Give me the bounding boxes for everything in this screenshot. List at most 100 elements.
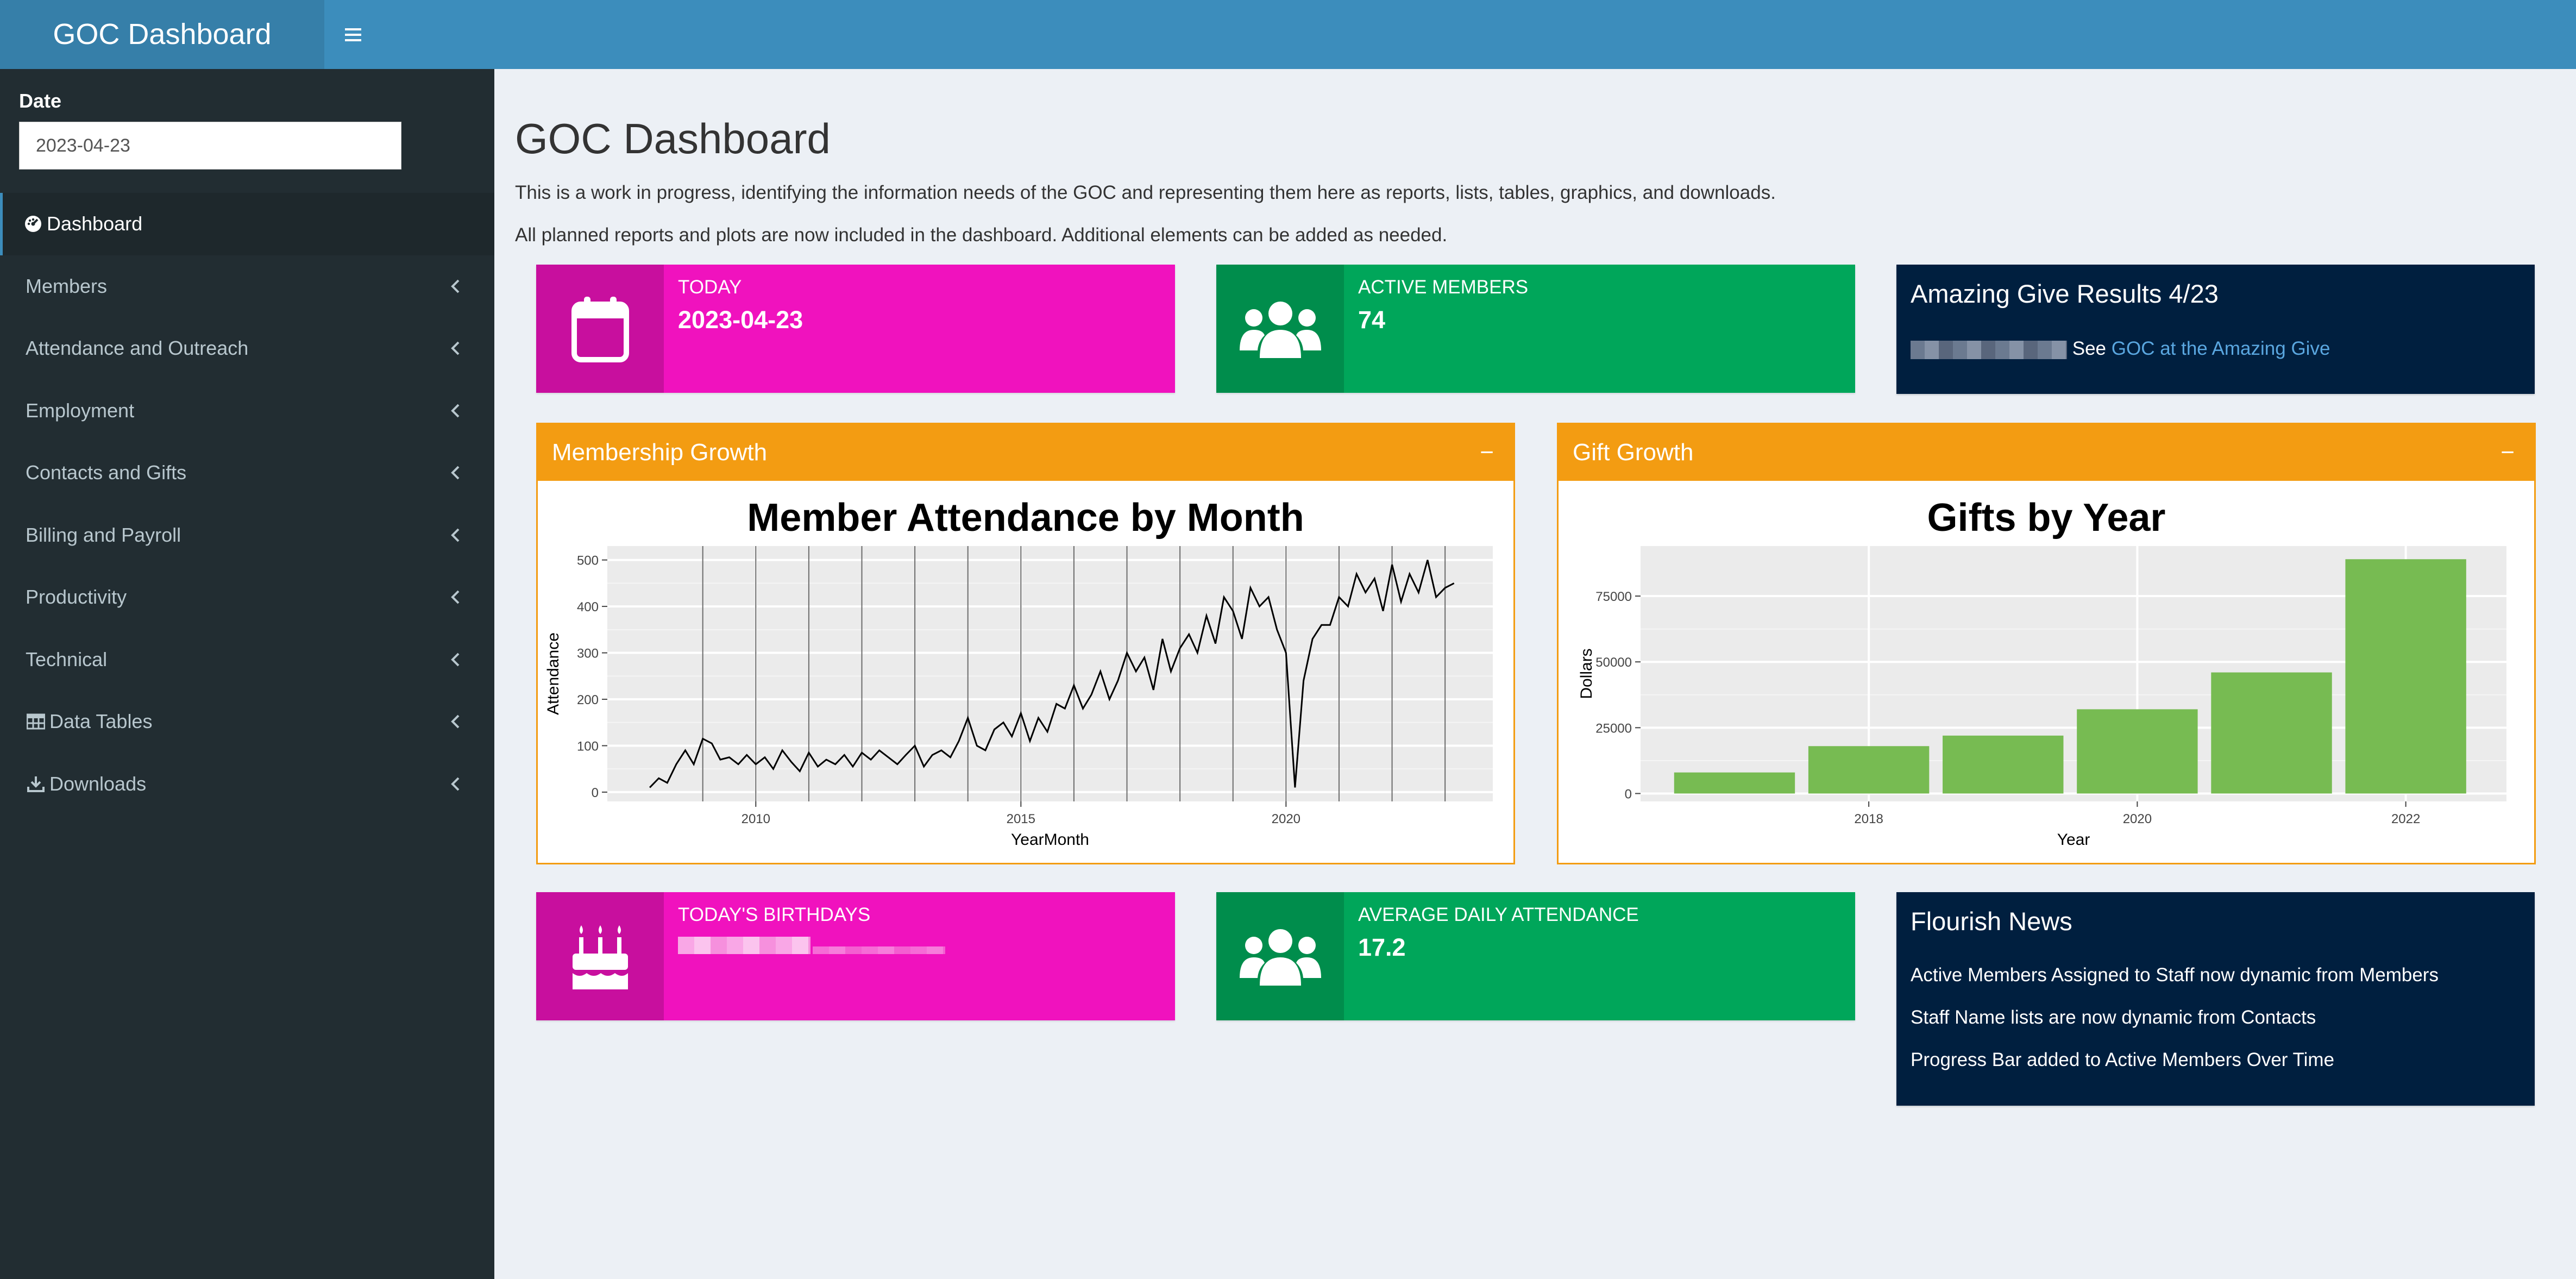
sidebar-item-label: Attendance and Outreach	[26, 337, 249, 360]
hamburger-icon	[345, 28, 361, 41]
sidebar-toggle-button[interactable]	[324, 0, 382, 69]
download-icon	[26, 774, 46, 794]
today-value: 2023-04-23	[678, 306, 803, 334]
bar	[2077, 709, 2198, 794]
chevron-left-icon	[451, 590, 460, 604]
sidebar-menu: Dashboard Members Attendance and Outreac…	[0, 193, 494, 815]
sidebar-item-label: Technical	[26, 648, 108, 670]
gifts-chart: Gifts by Year 0 25000 50000 75000 2018 2020 202…	[1578, 496, 2506, 849]
amazing-give-link[interactable]: GOC at the Amazing Give	[2112, 338, 2330, 359]
sidebar: Date 2023-04-23 Dashboard Members Attend…	[0, 69, 494, 1279]
sidebar-item-label: Billing and Payroll	[26, 523, 181, 546]
membership-growth-header: Membership Growth −	[538, 424, 1513, 481]
intro-text: This is a work in progress, identifying …	[515, 182, 1776, 203]
x-tick-label: 2010	[742, 812, 770, 826]
sidebar-item-productivity[interactable]: Productivity	[0, 566, 494, 629]
date-input[interactable]: 2023-04-23	[19, 122, 401, 170]
sidebar-item-attendance-outreach[interactable]: Attendance and Outreach	[0, 317, 494, 380]
y-tick-label: 500	[577, 554, 599, 568]
chevron-left-icon	[451, 777, 460, 791]
amazing-give-title: Amazing Give Results 4/23	[1911, 279, 2219, 308]
bar	[2211, 672, 2332, 794]
gift-growth-box: Gift Growth − Gifts by Year 0 25000 50000 75…	[1557, 423, 2536, 864]
active-members-value: 74	[1358, 306, 1386, 334]
bar	[1674, 772, 1795, 794]
sidebar-item-dashboard[interactable]: Dashboard	[0, 193, 494, 255]
x-axis-label: Year	[2057, 831, 2090, 849]
active-members-label: ACTIVE MEMBERS	[1358, 277, 1529, 298]
collapse-button[interactable]: −	[1480, 424, 1494, 481]
redacted-birthday-name-2	[813, 946, 946, 954]
sidebar-item-label: Dashboard	[47, 212, 143, 235]
y-tick-label: 300	[577, 647, 599, 661]
sidebar-item-label: Productivity	[26, 586, 127, 609]
x-tick-label: 2020	[1272, 812, 1300, 826]
sidebar-item-employment[interactable]: Employment	[0, 380, 494, 442]
membership-growth-title: Membership Growth	[552, 439, 768, 466]
chevron-left-icon	[451, 404, 460, 418]
chevron-left-icon	[451, 528, 460, 542]
x-axis-label: YearMonth	[1011, 831, 1089, 849]
calendar-icon	[536, 265, 664, 393]
gift-growth-title: Gift Growth	[1573, 439, 1694, 466]
date-label: Date	[19, 90, 62, 112]
y-axis-label: Attendance	[544, 632, 562, 715]
news-item: Staff Name lists are now dynamic from Co…	[1911, 1007, 2316, 1028]
avg-attendance-infobox: AVERAGE DAILY ATTENDANCE 17.2	[1216, 892, 1855, 1020]
table-icon	[26, 711, 46, 732]
chevron-left-icon	[451, 341, 460, 355]
y-tick-label: 75000	[1595, 590, 1632, 604]
x-tick-label: 2020	[2123, 812, 2152, 826]
sidebar-item-downloads[interactable]: Downloads	[0, 753, 494, 816]
sidebar-item-label: Downloads	[49, 772, 147, 795]
chevron-left-icon	[451, 279, 460, 293]
today-infobox: TODAY 2023-04-23	[536, 265, 1175, 393]
redacted-amount	[1911, 340, 2067, 359]
chart-title: Gifts by Year	[1927, 496, 2166, 540]
chart-title: Member Attendance by Month	[747, 496, 1304, 540]
x-tick-label: 2015	[1007, 812, 1035, 826]
chevron-left-icon	[451, 653, 460, 667]
avg-attendance-label: AVERAGE DAILY ATTENDANCE	[1358, 904, 1639, 925]
sidebar-item-data-tables[interactable]: Data Tables	[0, 691, 494, 753]
birthdays-label: TODAY'S BIRTHDAYS	[678, 904, 871, 925]
see-text: See	[2072, 338, 2107, 359]
y-tick-label: 400	[577, 600, 599, 615]
sidebar-item-label: Members	[26, 274, 108, 297]
top-navbar: GOC Dashboard	[0, 0, 2576, 69]
amazing-give-panel: Amazing Give Results 4/23 See GOC at the…	[1896, 265, 2535, 394]
news-item: Active Members Assigned to Staff now dyn…	[1911, 964, 2439, 986]
y-tick-label: 0	[1625, 787, 1632, 801]
y-tick-label: 200	[577, 693, 599, 707]
x-tick-label: 2022	[2391, 812, 2420, 826]
news-item: Progress Bar added to Active Members Ove…	[1911, 1049, 2335, 1070]
gift-growth-header: Gift Growth −	[1559, 424, 2534, 481]
sidebar-item-label: Data Tables	[49, 710, 153, 733]
page-title: GOC Dashboard	[515, 115, 831, 162]
flourish-news-panel: Flourish News Active Members Assigned to…	[1896, 892, 2535, 1106]
birthday-cake-icon	[536, 892, 664, 1020]
birthdays-infobox: TODAY'S BIRTHDAYS	[536, 892, 1175, 1020]
membership-growth-box: Membership Growth − Member Attendance by…	[536, 423, 1515, 864]
y-tick-label: 50000	[1595, 655, 1632, 670]
dashboard-icon	[23, 214, 43, 234]
sidebar-item-members[interactable]: Members	[0, 255, 494, 318]
sidebar-item-technical[interactable]: Technical	[0, 629, 494, 691]
sidebar-item-label: Employment	[26, 399, 135, 422]
active-members-infobox: ACTIVE MEMBERS 74	[1216, 265, 1855, 393]
amazing-give-text: See GOC at the Amazing Give	[1911, 338, 2330, 360]
collapse-button[interactable]: −	[2500, 424, 2515, 481]
bar	[2345, 559, 2466, 794]
intro-text-2: All planned reports and plots are now in…	[515, 224, 1448, 246]
y-tick-label: 25000	[1595, 721, 1632, 736]
app-title[interactable]: GOC Dashboard	[0, 0, 324, 69]
news-title: Flourish News	[1911, 907, 2072, 936]
today-label: TODAY	[678, 277, 742, 298]
sidebar-item-contacts-gifts[interactable]: Contacts and Gifts	[0, 442, 494, 504]
redacted-birthday-name	[678, 937, 811, 954]
sidebar-item-billing-payroll[interactable]: Billing and Payroll	[0, 504, 494, 567]
attendance-chart: Member Attendance by Month 0 100 200 300 400 5…	[544, 496, 1493, 849]
users-icon	[1216, 892, 1344, 1020]
sidebar-item-label: Contacts and Gifts	[26, 461, 187, 484]
y-tick-label: 0	[592, 786, 599, 800]
